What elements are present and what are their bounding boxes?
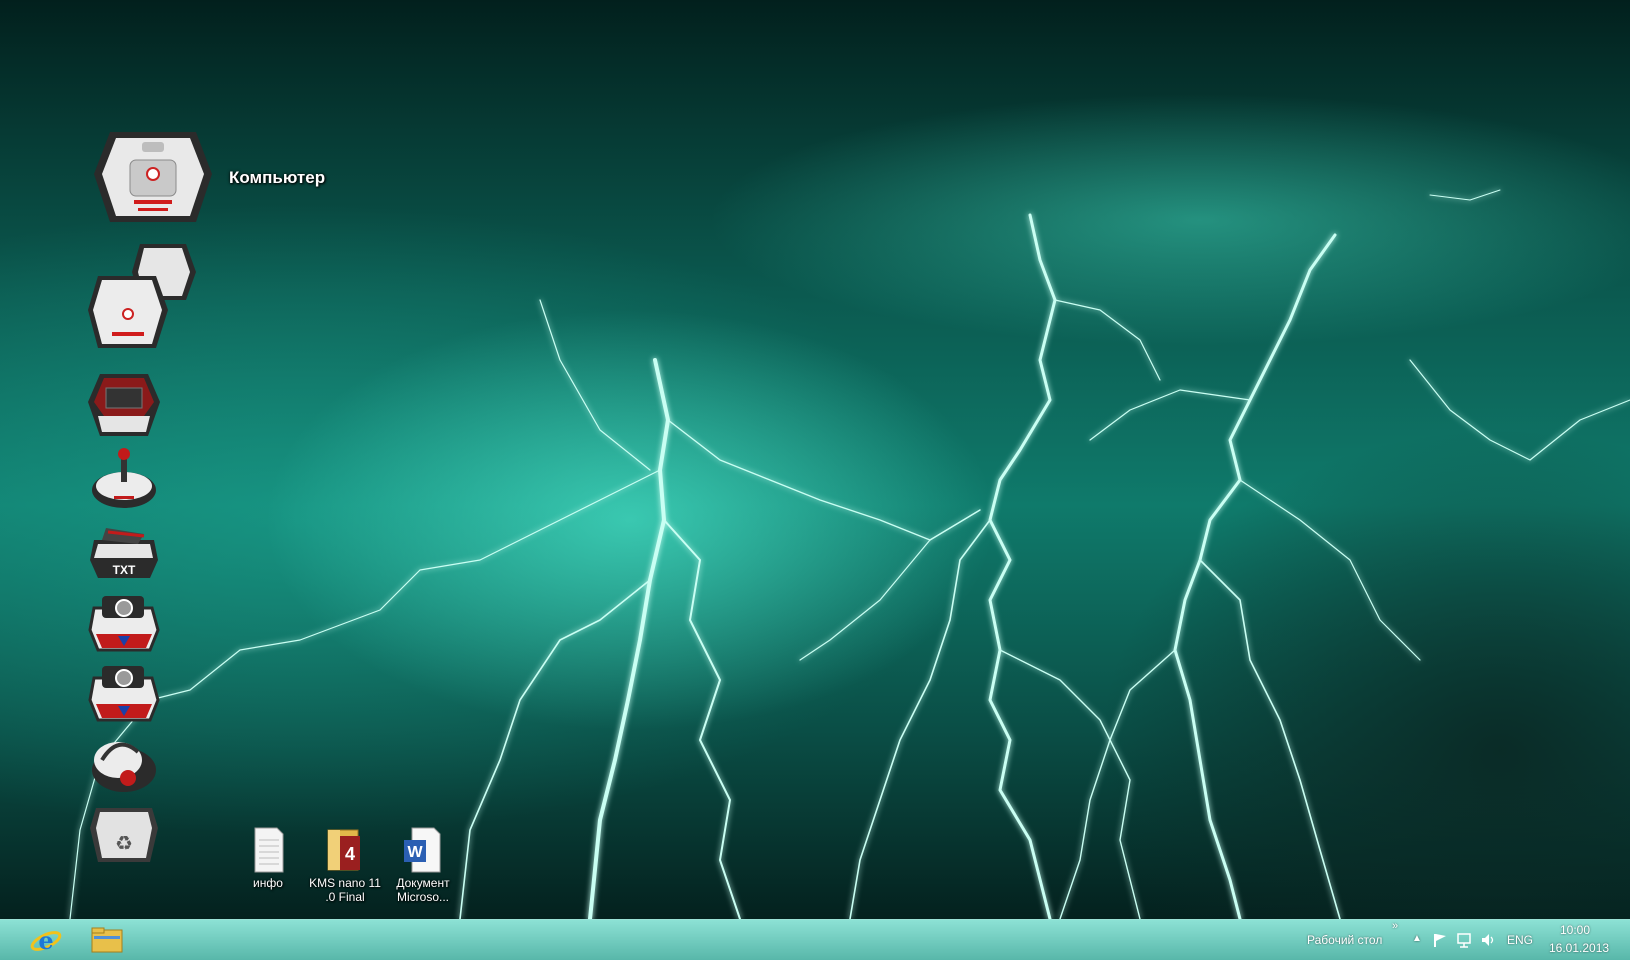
text-editor-icon[interactable]: TXT <box>88 520 160 586</box>
file-explorer-icon[interactable] <box>84 922 128 958</box>
taskbar: e Рабочий стол » ▲ ENG 10:00 16.01.2013 <box>0 919 1630 960</box>
desktop-background: Компьютер TXT ♻ инфо 4 KMS nano 11 .0 Fi… <box>0 0 1630 919</box>
internet-explorer-icon[interactable]: e <box>24 922 68 958</box>
desktop-toolbar-label[interactable]: Рабочий стол <box>1307 933 1382 947</box>
network-computers-icon[interactable] <box>88 244 198 354</box>
file-item[interactable]: инфо <box>228 826 308 890</box>
camera-alt-icon[interactable] <box>88 660 160 726</box>
lightning-wallpaper <box>69 189 1630 919</box>
game-controller-icon[interactable] <box>88 446 160 512</box>
word-document-icon: W <box>404 827 441 873</box>
recycle-bin-icon[interactable]: ♻ <box>88 800 160 866</box>
svg-text:♻: ♻ <box>115 831 133 855</box>
file-label: KMS nano 11 .0 Final <box>309 876 381 904</box>
svg-text:4: 4 <box>345 844 355 864</box>
action-center-flag-icon[interactable] <box>1432 932 1448 948</box>
svg-text:TXT: TXT <box>113 563 136 577</box>
computer-label[interactable]: Компьютер <box>229 168 325 188</box>
svg-text:e: e <box>38 926 53 955</box>
clock-time[interactable]: 10:00 <box>1560 923 1590 937</box>
camera-icon[interactable] <box>88 590 160 656</box>
volume-icon[interactable] <box>1480 932 1496 948</box>
show-hidden-icons-icon[interactable]: ▲ <box>1412 933 1422 944</box>
file-item[interactable]: W Документ Microso... <box>383 826 463 904</box>
text-file-icon <box>254 827 284 873</box>
language-indicator[interactable]: ENG <box>1507 933 1533 947</box>
computer-icon[interactable] <box>90 124 216 230</box>
clock-date[interactable]: 16.01.2013 <box>1549 941 1609 955</box>
file-label: Документ Microso... <box>396 876 450 904</box>
toolbar-chevron-icon[interactable]: » <box>1392 920 1398 932</box>
headphones-icon[interactable] <box>88 730 160 796</box>
svg-text:W: W <box>407 844 423 861</box>
network-icon[interactable] <box>1456 932 1472 948</box>
file-label: инфо <box>253 876 283 890</box>
archive-folder-icon: 4 <box>327 829 360 871</box>
file-item[interactable]: 4 KMS nano 11 .0 Final <box>305 826 385 904</box>
control-panel-icon[interactable] <box>88 372 160 438</box>
